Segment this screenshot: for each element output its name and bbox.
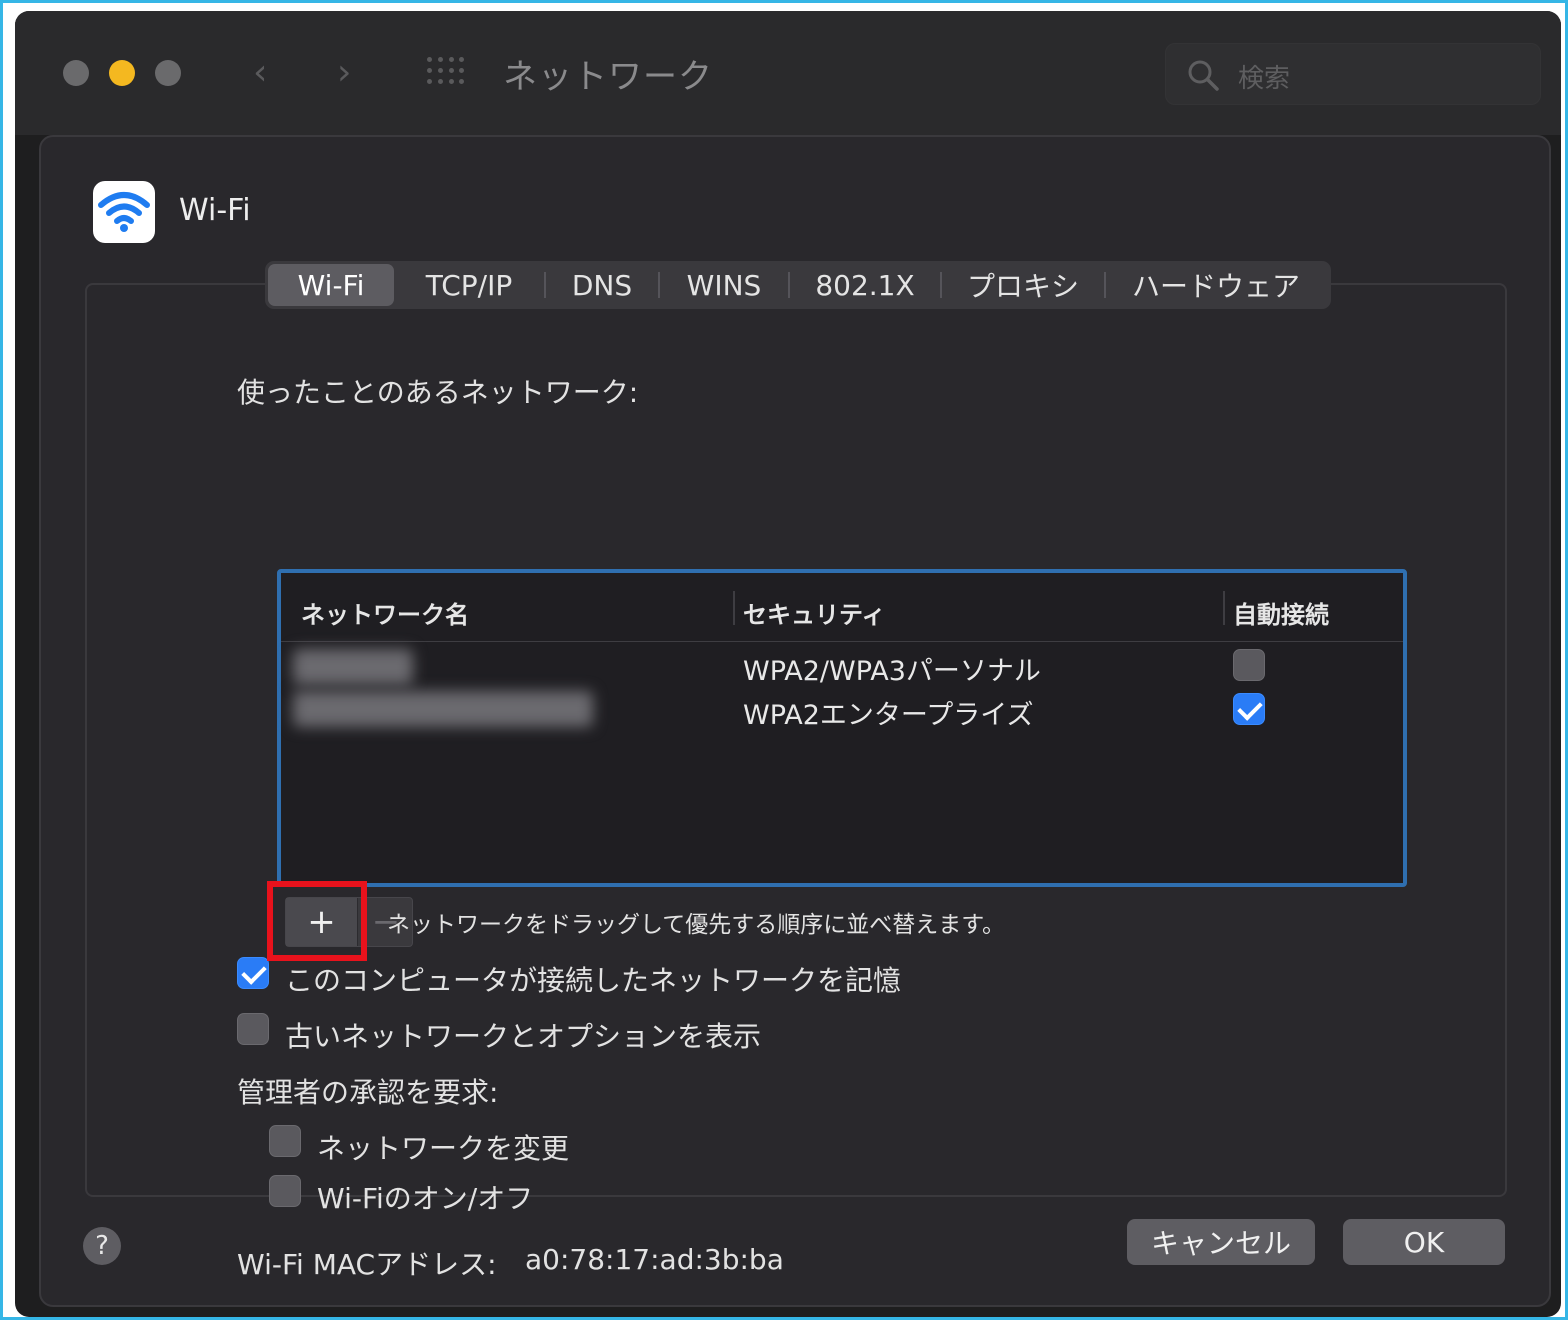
known-networks-table[interactable]: ネットワーク名 セキュリティ 自動接続 WPA2/WPA3パーソナル WPA2エ… bbox=[277, 569, 1407, 887]
admin-change-networks-label[interactable]: ネットワークを変更 bbox=[317, 1127, 569, 1167]
search-icon bbox=[1188, 60, 1219, 91]
search-field[interactable]: 検索 bbox=[1165, 43, 1541, 105]
tab-proxies[interactable]: プロキシ bbox=[942, 264, 1104, 306]
network-preferences-window: ‹ › ネットワーク 検索 Wi-Fi 使ったことのあるネットワーク: ネットワ… bbox=[15, 11, 1561, 1317]
column-separator bbox=[1223, 591, 1225, 625]
redacted-network-name bbox=[293, 649, 413, 685]
auto-join-checkbox[interactable] bbox=[1233, 693, 1265, 725]
remember-networks-checkbox[interactable] bbox=[237, 957, 269, 989]
known-networks-label: 使ったことのあるネットワーク: bbox=[237, 376, 639, 409]
annotation-highlight-box bbox=[267, 881, 367, 961]
admin-approval-label: 管理者の承認を要求: bbox=[237, 1076, 499, 1109]
window-title: ネットワーク bbox=[503, 57, 713, 97]
show-all-grid-icon[interactable] bbox=[427, 57, 467, 87]
minimize-window-button[interactable] bbox=[109, 60, 135, 86]
settings-panel: Wi-Fi 使ったことのあるネットワーク: ネットワーク名 セキュリティ 自動接… bbox=[39, 135, 1551, 1307]
mac-address-value: a0:78:17:ad:3b:ba bbox=[525, 1243, 784, 1276]
reorder-hint: ネットワークをドラッグして優先する順序に並べ替えます。 bbox=[387, 912, 1006, 938]
forward-arrow-icon[interactable]: › bbox=[337, 53, 351, 93]
admin-toggle-wifi-checkbox[interactable] bbox=[269, 1175, 301, 1207]
admin-toggle-wifi-label[interactable]: Wi-Fiのオン/オフ bbox=[317, 1177, 533, 1217]
tab-8021x[interactable]: 802.1X bbox=[790, 264, 940, 306]
tab-content-pane: 使ったことのあるネットワーク: ネットワーク名 セキュリティ 自動接続 WPA2… bbox=[85, 283, 1507, 1281]
redacted-network-name bbox=[293, 691, 593, 727]
tab-dns[interactable]: DNS bbox=[546, 264, 658, 306]
column-header-network-name[interactable]: ネットワーク名 bbox=[301, 595, 469, 630]
header-divider bbox=[281, 641, 1403, 642]
column-header-auto-join[interactable]: 自動接続 bbox=[1233, 595, 1329, 630]
show-legacy-checkbox[interactable] bbox=[237, 1013, 269, 1045]
service-name: Wi-Fi bbox=[179, 193, 251, 228]
tab-wifi[interactable]: Wi-Fi bbox=[268, 264, 394, 306]
column-header-security[interactable]: セキュリティ bbox=[743, 595, 886, 630]
search-placeholder: 検索 bbox=[1238, 64, 1291, 94]
close-window-button[interactable] bbox=[63, 60, 89, 86]
screenshot-frame: ‹ › ネットワーク 検索 Wi-Fi 使ったことのあるネットワーク: ネットワ… bbox=[0, 0, 1568, 1320]
mac-address-label: Wi-Fi MACアドレス: bbox=[237, 1248, 497, 1281]
back-arrow-icon[interactable]: ‹ bbox=[253, 53, 267, 93]
remember-networks-label[interactable]: このコンピュータが接続したネットワークを記憶 bbox=[285, 959, 901, 999]
tab-bar: Wi-Fi TCP/IP DNS WINS 802.1X プロキシ ハードウェア bbox=[265, 261, 1331, 309]
wifi-service-icon bbox=[93, 181, 155, 243]
cancel-button[interactable]: キャンセル bbox=[1127, 1219, 1315, 1265]
titlebar: ‹ › ネットワーク 検索 bbox=[15, 11, 1561, 135]
ok-button[interactable]: OK bbox=[1343, 1219, 1505, 1265]
auto-join-checkbox[interactable] bbox=[1233, 649, 1265, 681]
security-cell: WPA2エンタープライズ bbox=[743, 700, 1034, 731]
help-button[interactable]: ? bbox=[83, 1227, 121, 1265]
zoom-window-button[interactable] bbox=[155, 60, 181, 86]
admin-change-networks-checkbox[interactable] bbox=[269, 1125, 301, 1157]
tab-tcpip[interactable]: TCP/IP bbox=[394, 264, 544, 306]
column-separator bbox=[733, 591, 735, 625]
tab-wins[interactable]: WINS bbox=[660, 264, 788, 306]
security-cell: WPA2/WPA3パーソナル bbox=[743, 656, 1041, 687]
show-legacy-label[interactable]: 古いネットワークとオプションを表示 bbox=[285, 1015, 761, 1055]
tab-hardware[interactable]: ハードウェア bbox=[1106, 264, 1326, 306]
